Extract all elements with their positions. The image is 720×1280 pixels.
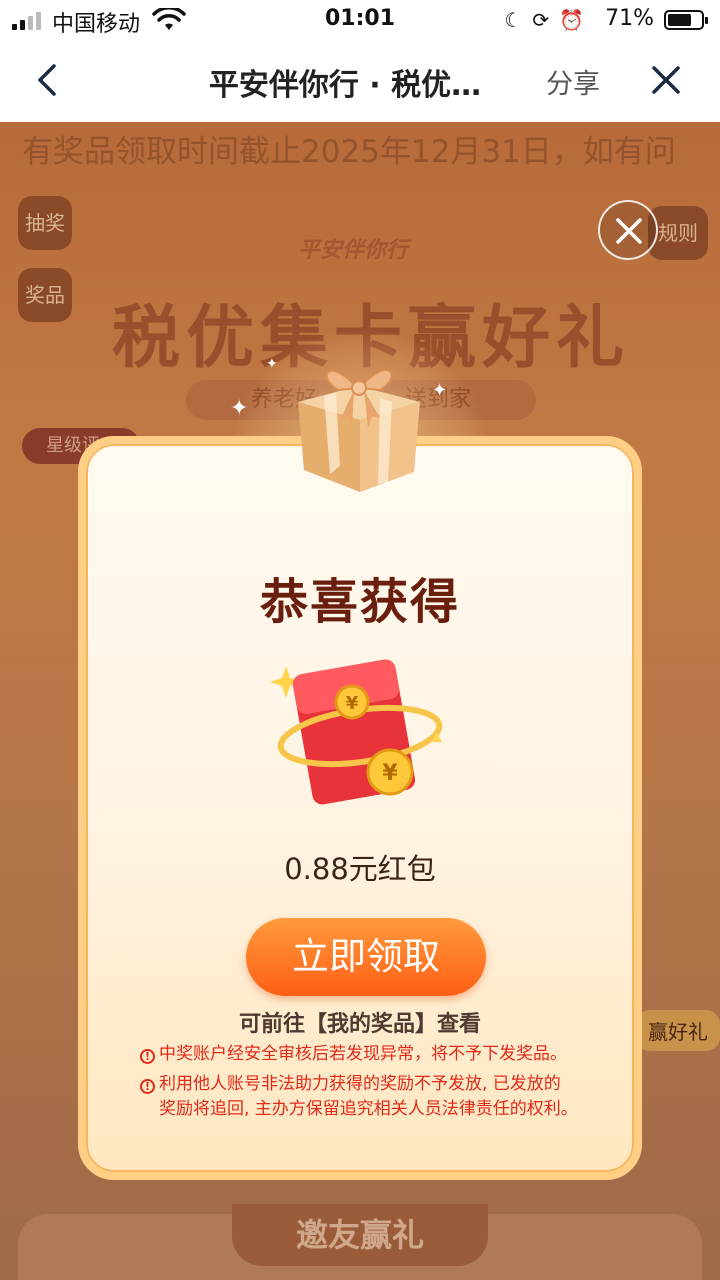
back-arrow-icon[interactable]	[28, 60, 68, 100]
rotation-lock-icon: ⟳	[532, 8, 550, 32]
status-icons: ☾ ⟳ ⏰	[504, 8, 584, 32]
prize-tab[interactable]: 奖品	[18, 268, 72, 322]
lottery-tab[interactable]: 抽奖	[18, 196, 72, 250]
prize-name: 0.88元红包	[284, 852, 436, 886]
svg-text:¥: ¥	[346, 693, 359, 714]
close-icon	[616, 218, 642, 244]
warning-icon: !	[140, 1079, 155, 1094]
warning-item: ! 利用他人账号非法助力获得的奖励不予发放, 已发放的 奖励将追回, 主办方保留追…	[140, 1072, 610, 1122]
invite-title: 邀友赢礼	[232, 1204, 488, 1266]
status-bar: 中国移动 01:01 ☾ ⟳ ⏰ 71%	[0, 0, 720, 40]
alarm-icon: ⏰	[559, 8, 584, 32]
moon-icon: ☾	[504, 8, 523, 32]
my-prizes-hint[interactable]: 可前往【我的奖品】查看	[86, 1006, 634, 1038]
announcement-marquee: 有奖品领取时间截止2025年12月31日，如有问	[22, 134, 676, 170]
navigation-bar: 平安伴你行 · 税优… 分享	[0, 40, 720, 122]
sparkle-icon: ✦	[266, 356, 278, 372]
svg-text:¥: ¥	[382, 761, 398, 786]
red-packet-icon: ¥ ¥	[270, 659, 443, 805]
warning-text: 中奖账户经安全审核后若发现异常，将不予下发奖品。	[159, 1044, 567, 1064]
battery-fill	[668, 14, 691, 26]
warning-item: ! 中奖账户经安全审核后若发现异常，将不予下发奖品。	[140, 1042, 610, 1067]
page-title: 平安伴你行 · 税优…	[208, 68, 482, 103]
warning-icon: !	[140, 1049, 155, 1064]
battery-icon	[664, 10, 708, 30]
campaign-logo: 平安伴你行	[298, 238, 409, 263]
sparkle-icon: ✦	[230, 396, 249, 421]
modal-close-button[interactable]	[598, 200, 658, 260]
modal-heading: 恭喜获得	[259, 574, 460, 630]
battery-percentage: 71%	[605, 6, 654, 31]
share-button[interactable]: 分享	[546, 62, 600, 101]
gift-label[interactable]: 赢好礼	[636, 1010, 720, 1051]
claim-button[interactable]: 立即领取	[246, 918, 486, 996]
sparkle-icon: ✦	[432, 380, 448, 401]
warning-text: 利用他人账号非法助力获得的奖励不予发放, 已发放的	[159, 1074, 561, 1094]
gift-box-icon	[298, 368, 420, 492]
warning-text: 奖励将追回, 主办方保留追究相关人员法律责任的权利。	[159, 1099, 578, 1119]
close-icon[interactable]	[646, 60, 686, 100]
